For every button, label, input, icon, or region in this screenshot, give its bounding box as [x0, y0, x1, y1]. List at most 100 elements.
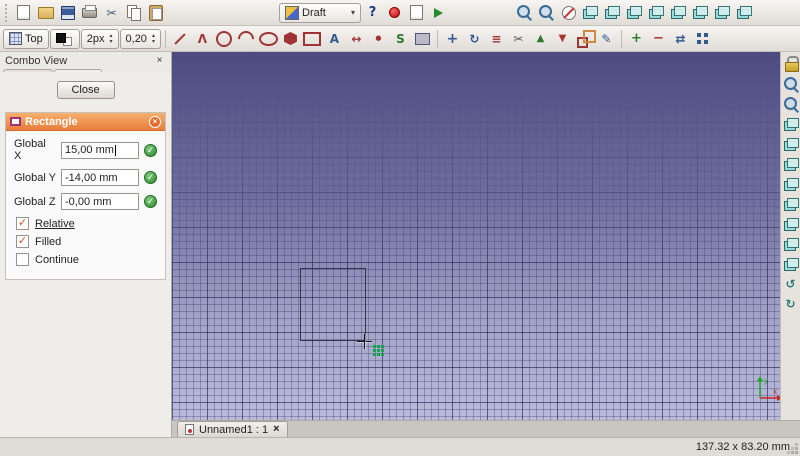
draft-text-icon: A	[329, 31, 340, 46]
draft-to-sketch-button[interactable]: ⇄	[670, 28, 691, 49]
global-y-input[interactable]: -14,00 mm	[61, 169, 139, 186]
cut-button[interactable]: ✂	[101, 2, 122, 23]
global-z-input[interactable]: -0,00 mm	[61, 193, 139, 210]
macro-record-button[interactable]	[384, 2, 405, 23]
draft-array-button[interactable]	[692, 28, 713, 49]
macros-dialog-button[interactable]	[406, 2, 427, 23]
line-width-select[interactable]: 2px ▴ ▾	[80, 28, 119, 49]
view-front-side-button[interactable]	[781, 154, 800, 173]
spinner-arrows-icon[interactable]: ▴ ▾	[152, 33, 155, 45]
draft-grid	[172, 52, 780, 420]
fit-selection-button[interactable]	[536, 2, 557, 23]
scene-lock-button[interactable]	[781, 54, 800, 73]
zoom-in-button[interactable]	[781, 74, 800, 93]
draft-polygon-button[interactable]	[280, 28, 301, 49]
new-file-button[interactable]	[13, 2, 34, 23]
draft-rotate-button[interactable]: ↻	[464, 28, 485, 49]
toolbar-drag-handle[interactable]	[5, 3, 8, 22]
draft-offset-button[interactable]: ≡	[486, 28, 507, 49]
document-tab-label: Unnamed1 : 1	[199, 423, 269, 436]
working-plane-button[interactable]: Top	[3, 28, 49, 49]
global-x-input[interactable]: 15,00 mm	[61, 141, 139, 159]
draft-trimex-icon: ✂	[513, 31, 524, 46]
view-top-side-button[interactable]	[781, 174, 800, 193]
draft-arc-button[interactable]	[236, 28, 257, 49]
open-file-button[interactable]	[35, 2, 56, 23]
view-rear-side-button[interactable]	[781, 214, 800, 233]
global-z-label: Global Z	[14, 195, 56, 208]
fit-all-button[interactable]	[514, 2, 535, 23]
workbench-selector[interactable]: Draft ▾	[279, 2, 361, 23]
draft-scale-button[interactable]	[574, 28, 596, 49]
option-checkboxes: ✓ Relative ✓ Filled Continue	[6, 217, 165, 266]
close-task-button[interactable]: Close	[56, 81, 115, 99]
draft-point-button[interactable]: ●	[368, 28, 389, 49]
line-color-button[interactable]	[49, 28, 80, 49]
draft-rectangle-button[interactable]	[302, 28, 323, 49]
dimensions-readout: 137.32 x 83.20 mm	[695, 441, 790, 453]
draft-remove-point-button[interactable]: −	[648, 28, 669, 49]
save-button[interactable]	[57, 2, 78, 23]
continue-label: Continue	[35, 253, 80, 266]
view-left-button[interactable]	[712, 2, 733, 23]
draft-downgrade-icon: ▼	[558, 32, 567, 44]
draft-ellipse-button[interactable]	[258, 28, 279, 49]
draft-downgrade-button[interactable]: ▼	[552, 28, 573, 49]
field-row-global-y: Global Y -14,00 mm ✓	[14, 169, 157, 186]
view-right-button[interactable]	[646, 2, 667, 23]
view-isometric-button[interactable]	[580, 2, 601, 23]
draft-add-point-button[interactable]: +	[626, 28, 647, 49]
zoom-out-button[interactable]	[781, 94, 800, 113]
draft-text-button[interactable]: A	[324, 28, 345, 49]
rotate-left-button[interactable]: ↺	[781, 274, 800, 293]
view-left-side-button[interactable]	[781, 254, 800, 273]
view-right-side-button[interactable]	[781, 194, 800, 213]
filled-checkbox[interactable]: ✓	[16, 235, 29, 248]
relative-label: Relative	[35, 217, 75, 230]
draft-upgrade-button[interactable]: ▲	[530, 28, 551, 49]
paste-button[interactable]	[145, 2, 166, 23]
view-rear-button[interactable]	[668, 2, 689, 23]
scale-spinbox[interactable]: 0,20 ▴ ▾	[119, 28, 161, 49]
resize-grip[interactable]	[795, 451, 798, 454]
status-bar: 137.32 x 83.20 mm	[0, 437, 800, 456]
print-button[interactable]	[79, 2, 100, 23]
draft-edit-button[interactable]: ✎	[596, 28, 617, 49]
close-icon[interactable]: ×	[153, 54, 166, 67]
view-front-button[interactable]	[602, 2, 623, 23]
draft-circle-button[interactable]	[214, 28, 235, 49]
global-y-label: Global Y	[14, 171, 56, 184]
draft-dimension-button[interactable]: ↔	[346, 28, 367, 49]
whats-this-icon: ?	[368, 5, 377, 20]
document-tab[interactable]: Unnamed1 : 1 ×	[177, 421, 288, 437]
relative-checkbox[interactable]: ✓	[16, 217, 29, 230]
view-bottom-side-button[interactable]	[781, 234, 800, 253]
spinner-arrows-icon[interactable]: ▴ ▾	[110, 33, 113, 45]
macro-toolbar-group: ?	[362, 2, 449, 23]
continue-checkbox[interactable]	[16, 253, 29, 266]
draw-style-button[interactable]	[558, 2, 579, 23]
view-fit-button[interactable]	[781, 114, 800, 133]
view-bottom-button[interactable]	[690, 2, 711, 23]
tab-close-icon[interactable]: ×	[273, 424, 279, 435]
view-isometric-side-button[interactable]	[781, 134, 800, 153]
execute-macro-button[interactable]	[428, 2, 449, 23]
coordinate-fields: Global X 15,00 mm ✓ Global Y -14,00 mm ✓ Globa…	[6, 138, 165, 210]
3d-viewport[interactable]: y x	[172, 52, 780, 420]
draft-shapestring-button[interactable]: S	[390, 28, 411, 49]
draft-wire-button[interactable]: Λ	[192, 28, 213, 49]
draft-trimex-button[interactable]: ✂	[508, 28, 529, 49]
whats-this-button[interactable]: ?	[362, 2, 383, 23]
rotate-right-button[interactable]: ↻	[781, 294, 800, 313]
combo-view-titlebar[interactable]: Combo View ×	[0, 52, 171, 68]
view-axonometric-button[interactable]	[734, 2, 755, 23]
crosshair-cursor	[357, 334, 372, 349]
view-top-button[interactable]	[624, 2, 645, 23]
draft-facebinder-button[interactable]	[412, 28, 433, 49]
draft-wire-icon: Λ	[197, 31, 208, 46]
copy-button[interactable]	[123, 2, 144, 23]
task-close-icon[interactable]: ×	[149, 115, 161, 128]
draft-line-button[interactable]	[170, 28, 191, 49]
draft-move-button[interactable]: +	[442, 28, 463, 49]
draft-upgrade-icon: ▲	[536, 32, 545, 44]
